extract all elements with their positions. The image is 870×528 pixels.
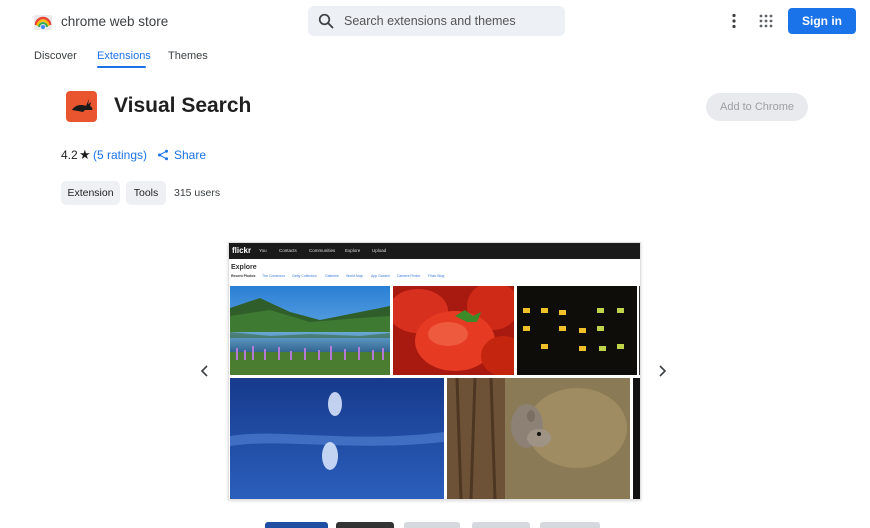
store-name[interactable]: chrome web store bbox=[61, 14, 168, 29]
rating-value: 4.2 bbox=[61, 148, 78, 162]
ratings-link[interactable]: (5 ratings) bbox=[93, 148, 147, 162]
flickr-nav-item: Explore bbox=[345, 248, 361, 253]
photo-edge bbox=[633, 378, 640, 499]
flickr-sub-link: World Map bbox=[346, 274, 363, 278]
flickr-nav-item: Communities bbox=[309, 248, 336, 253]
screenshot-image: flickr You Contacts Communities Explore … bbox=[228, 242, 641, 500]
flickr-nav-item: Upload bbox=[372, 248, 387, 253]
flickr-sub-link: Getty Collection bbox=[292, 274, 317, 278]
carousel-prev-icon[interactable] bbox=[199, 364, 211, 378]
night-windows-photo bbox=[517, 286, 637, 375]
tab-themes[interactable]: Themes bbox=[168, 50, 208, 62]
user-count: 315 users bbox=[174, 187, 221, 199]
water-photo bbox=[230, 378, 444, 499]
squirrel-photo bbox=[447, 378, 630, 499]
lake-photo bbox=[230, 286, 390, 375]
active-tab-indicator bbox=[97, 66, 146, 68]
carousel-thumbnail[interactable] bbox=[540, 522, 600, 528]
flickr-nav-item: You bbox=[259, 248, 267, 253]
chrome-web-store-logo[interactable] bbox=[33, 11, 53, 31]
tab-discover[interactable]: Discover bbox=[34, 50, 77, 62]
flickr-sub-link: Recent Photos bbox=[231, 274, 256, 278]
flickr-sub-link: Camera Finder bbox=[397, 274, 421, 278]
carousel-next-icon[interactable] bbox=[656, 364, 668, 378]
photo-edge bbox=[639, 286, 640, 375]
more-options-icon[interactable] bbox=[726, 12, 742, 30]
carousel-thumbnail[interactable] bbox=[336, 522, 394, 528]
flickr-logo: flickr bbox=[232, 246, 252, 255]
flickr-sub-link: Flickr Blog bbox=[428, 274, 445, 278]
flickr-sub-link: App Garden bbox=[371, 274, 390, 278]
search-icon bbox=[318, 13, 334, 29]
carousel-thumbnail[interactable] bbox=[472, 522, 530, 528]
flickr-explore-heading: Explore bbox=[231, 264, 257, 271]
search-input[interactable]: Search extensions and themes bbox=[344, 14, 516, 28]
add-to-chrome-button[interactable]: Add to Chrome bbox=[706, 93, 808, 121]
chip-tools[interactable]: Tools bbox=[126, 181, 166, 205]
flickr-nav-bar: flickr You Contacts Communities Explore … bbox=[229, 243, 640, 259]
tab-extensions[interactable]: Extensions bbox=[97, 50, 151, 62]
rabbit-icon bbox=[72, 99, 93, 112]
top-bar: chrome web store Search extensions and t… bbox=[0, 0, 870, 42]
flickr-nav-item: Contacts bbox=[279, 248, 297, 253]
share-link[interactable]: Share bbox=[174, 148, 206, 162]
extension-title: Visual Search bbox=[114, 94, 252, 117]
star-icon: ★ bbox=[79, 147, 91, 162]
carousel-thumbnail[interactable] bbox=[404, 522, 460, 528]
flickr-sub-link: Galleries bbox=[325, 274, 339, 278]
search-box[interactable]: Search extensions and themes bbox=[308, 6, 565, 36]
category-nav: Discover Extensions Themes bbox=[0, 42, 870, 72]
sign-in-button[interactable]: Sign in bbox=[788, 8, 856, 34]
chip-extension[interactable]: Extension bbox=[61, 181, 120, 205]
extension-icon bbox=[66, 91, 97, 122]
google-apps-icon[interactable] bbox=[758, 13, 774, 29]
tomato-photo bbox=[393, 286, 514, 375]
share-icon[interactable] bbox=[157, 149, 169, 161]
flickr-sub-link: The Commons bbox=[262, 274, 285, 278]
carousel-thumbnail[interactable] bbox=[265, 522, 328, 528]
